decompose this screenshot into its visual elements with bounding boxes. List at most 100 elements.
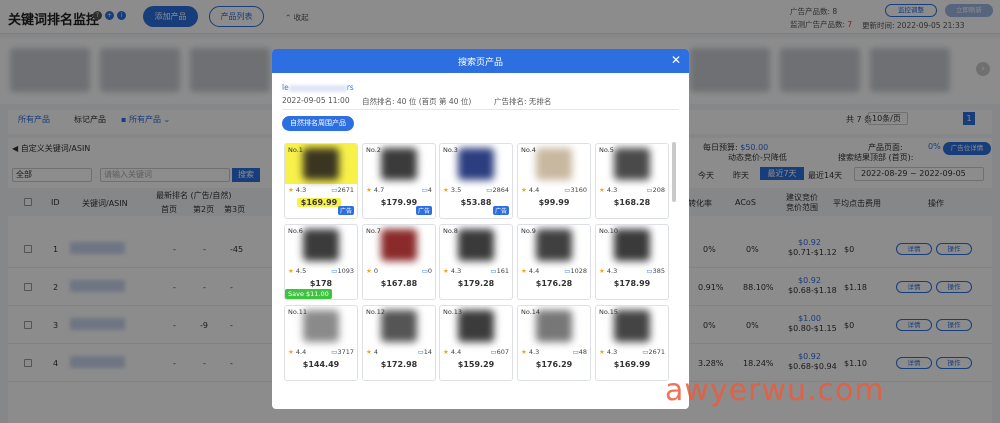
review-value: 4 (427, 186, 432, 194)
natural-rank: 自然排名: 40 位 (首页 第 40 位) (362, 97, 472, 106)
product-rank: No.4 (521, 146, 536, 154)
star-icon: ★ (288, 267, 296, 275)
product-rank: No.12 (366, 308, 386, 316)
product-price: $144.49 (302, 360, 340, 369)
close-icon[interactable]: ✕ (671, 53, 681, 67)
star-icon: ★ (521, 267, 529, 275)
product-card[interactable]: No.3 ★ 3.5 ▭2864 $53.88 广告 (439, 143, 513, 219)
review-value: 48 (578, 348, 587, 356)
star-icon: ★ (288, 348, 296, 356)
review-count: ▭1093 (331, 267, 354, 275)
product-image-blurred (303, 310, 339, 342)
tab-natural-rank-neighbors[interactable]: 自然排名周围产品 (282, 116, 354, 131)
product-image-blurred (381, 229, 417, 261)
review-value: 1028 (570, 267, 587, 275)
product-card[interactable]: No.10 ★ 4.3 ▭385 $178.99 (595, 224, 669, 300)
product-price: $176.29 (535, 360, 573, 369)
rating: ★ 0 (366, 267, 378, 275)
product-rank: No.11 (288, 308, 308, 316)
star-icon: ★ (521, 186, 529, 194)
rating: ★ 4.5 (288, 267, 306, 275)
product-card[interactable]: No.12 ★ 4 ▭14 $172.98 (362, 305, 436, 381)
star-icon: ★ (599, 267, 607, 275)
product-price: $179.28 (457, 279, 495, 288)
review-value: 385 (652, 267, 665, 275)
modal-scrollbar[interactable] (672, 142, 676, 202)
ad-tag: 广告 (415, 206, 432, 215)
product-rank: No.5 (599, 146, 614, 154)
review-count: ▭4 (422, 186, 432, 194)
rating-value: 4.4 (528, 186, 540, 194)
product-image-blurred (614, 148, 650, 180)
star-icon: ★ (599, 186, 607, 194)
product-card[interactable]: No.13 ★ 4.4 ▭607 $159.29 (439, 305, 513, 381)
star-icon: ★ (366, 267, 374, 275)
ad-tag: 广告 (492, 206, 509, 215)
product-card[interactable]: No.14 ★ 4.3 ▭48 $176.29 (517, 305, 591, 381)
review-value: 14 (423, 348, 432, 356)
star-icon: ★ (521, 348, 529, 356)
product-card[interactable]: No.5 ★ 4.3 ▭208 $168.28 (595, 143, 669, 219)
product-rank: No.10 (599, 227, 619, 235)
review-value: 3717 (337, 348, 354, 356)
product-rank: No.3 (443, 146, 458, 154)
rating-value: 4.3 (606, 348, 618, 356)
star-icon: ★ (443, 348, 451, 356)
product-card[interactable]: No.15 ★ 4.3 ▭2671 $169.99 (595, 305, 669, 381)
keyword-blurred (288, 84, 347, 92)
review-count: ▭2671 (331, 186, 354, 194)
rating: ★ 4.3 (288, 186, 306, 194)
ad-tag: 广告 (337, 206, 354, 215)
product-price: $168.28 (613, 198, 651, 207)
review-count: ▭385 (646, 267, 665, 275)
rating-value: 0 (373, 267, 379, 275)
rating-value: 4.3 (606, 186, 618, 194)
product-card[interactable]: No.11 ★ 4.4 ▭3717 $144.49 (284, 305, 358, 381)
modal-header: 搜索页产品 ✕ (272, 49, 689, 73)
product-rank: No.14 (521, 308, 541, 316)
review-count: ▭2864 (486, 186, 509, 194)
product-rank: No.2 (366, 146, 381, 154)
product-card[interactable]: No.8 ★ 4.3 ▭161 $179.28 (439, 224, 513, 300)
product-image-blurred (536, 148, 572, 180)
product-card[interactable]: No.7 ★ 0 ▭0 $167.88 (362, 224, 436, 300)
review-count: ▭3717 (331, 348, 354, 356)
product-card[interactable]: No.1 ★ 4.3 ▭2671 $169.99 广告 (284, 143, 358, 219)
product-card[interactable]: No.4 ★ 4.4 ▭3160 $99.99 (517, 143, 591, 219)
review-value: 3160 (570, 186, 587, 194)
review-count: ▭14 (418, 348, 432, 356)
star-icon: ★ (366, 348, 374, 356)
product-card[interactable]: No.9 ★ 4.4 ▭1028 $176.28 (517, 224, 591, 300)
product-rank: No.9 (521, 227, 536, 235)
rating-value: 4.4 (295, 348, 307, 356)
rating: ★ 4.3 (599, 186, 617, 194)
review-value: 2671 (337, 186, 354, 194)
rating: ★ 4.4 (521, 267, 539, 275)
star-icon: ★ (599, 348, 607, 356)
product-price: $178 (309, 279, 333, 288)
star-icon: ★ (443, 267, 451, 275)
product-image-blurred (458, 148, 494, 180)
review-count: ▭3160 (564, 186, 587, 194)
star-icon: ★ (443, 186, 451, 194)
rating: ★ 4.3 (599, 267, 617, 275)
rating-value: 4.3 (528, 348, 540, 356)
rating: ★ 4.7 (366, 186, 384, 194)
product-rank: No.1 (288, 146, 303, 154)
keyword-suffix: rs (346, 83, 354, 92)
product-rank: No.15 (599, 308, 619, 316)
save-badge: Save $11.00 (285, 289, 332, 299)
review-value: 161 (496, 267, 509, 275)
rating-value: 4.7 (373, 186, 385, 194)
product-price: $169.99 (613, 360, 651, 369)
product-image-blurred (381, 310, 417, 342)
review-count: ▭2671 (642, 348, 665, 356)
review-count: ▭607 (490, 348, 509, 356)
product-image-blurred (303, 148, 339, 180)
product-price: $167.88 (380, 279, 418, 288)
review-value: 2864 (492, 186, 509, 194)
product-card[interactable]: No.2 ★ 4.7 ▭4 $179.99 广告 (362, 143, 436, 219)
review-value: 1093 (337, 267, 354, 275)
modal-keyword[interactable]: le rs (282, 83, 354, 92)
review-count: ▭48 (573, 348, 587, 356)
